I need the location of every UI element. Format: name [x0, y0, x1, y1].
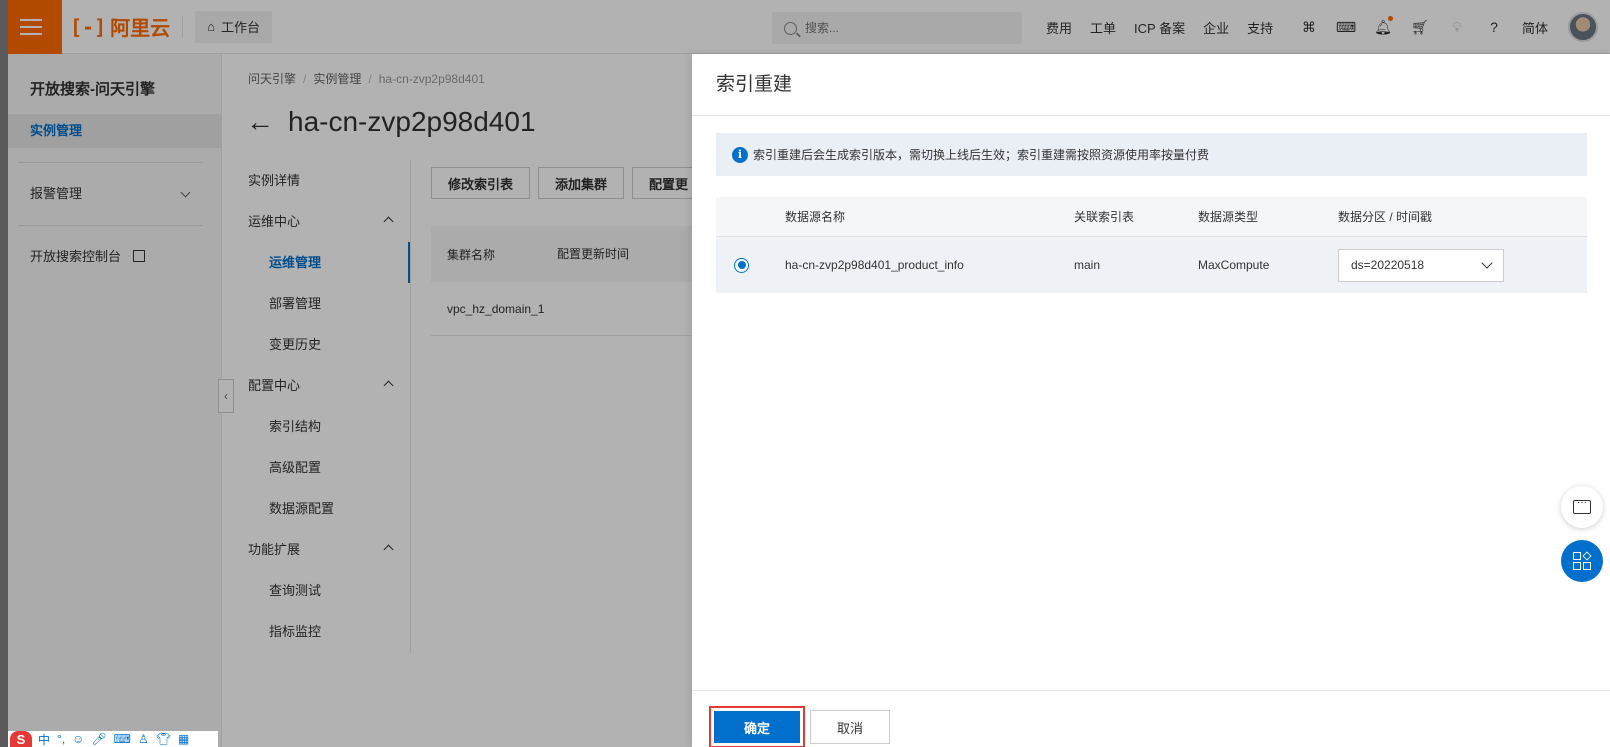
user-icon[interactable]: ♙ [138, 732, 149, 746]
chevron-down-icon [1481, 256, 1493, 269]
ime-logo-icon[interactable]: S [10, 731, 32, 747]
apps-icon [1573, 551, 1592, 570]
confirm-highlight: 确定 [709, 706, 805, 747]
emoji-icon[interactable]: ☺ [72, 732, 84, 746]
column-header: 数据源名称 [785, 210, 846, 224]
grid-icon[interactable]: ▦ [178, 732, 189, 746]
drawer-footer: 确定 取消 [692, 690, 1610, 747]
datasource-table: 数据源名称 关联索引表 数据源类型 数据分区 / 时间戳 ha-cn-zvp2p… [716, 197, 1587, 293]
partition-select-value: ds=20220518 [1351, 258, 1425, 272]
radio-dot-icon [737, 261, 746, 269]
notice-text: 索引重建后会生成索引版本，需切换上线后生效；索引重建需按照资源使用率按量付费 [753, 148, 1210, 162]
keyboard-icon[interactable]: ⌨ [114, 732, 131, 746]
row-radio[interactable] [734, 257, 749, 273]
table-header: 数据源名称 关联索引表 数据源类型 数据分区 / 时间戳 [716, 197, 1587, 237]
info-notice: i 索引重建后会生成索引版本，需切换上线后生效；索引重建需按照资源使用率按量付费 [716, 133, 1587, 176]
column-header: 数据分区 / 时间戳 [1338, 210, 1433, 224]
table-cell: MaxCompute [1198, 258, 1270, 272]
partition-select[interactable]: ds=20220518 [1338, 248, 1504, 282]
drawer-title: 索引重建 [692, 54, 1610, 116]
skin-icon[interactable]: 👕︎ [156, 732, 171, 746]
punctuation-icon[interactable]: °, [57, 732, 65, 746]
ime-toolbar: S 中 °, ☺ 🎤︎ ⌨ ♙ 👕︎ ▦ [8, 731, 218, 747]
apps-button[interactable] [1561, 540, 1603, 582]
column-header: 数据源类型 [1198, 210, 1259, 224]
feedback-button[interactable] [1561, 486, 1603, 528]
info-icon: i [732, 146, 748, 163]
confirm-button[interactable]: 确定 [714, 711, 800, 743]
table-cell: ds=20220518 [1338, 248, 1587, 282]
table-cell [716, 257, 785, 273]
index-rebuild-drawer: 索引重建 i 索引重建后会生成索引版本，需切换上线后生效；索引重建需按照资源使用… [692, 54, 1610, 747]
table-row: ha-cn-zvp2p98d401_product_info main MaxC… [716, 237, 1587, 293]
microphone-icon[interactable]: 🎤︎ [91, 732, 106, 746]
ime-mode[interactable]: 中 [38, 731, 50, 747]
window-edge [0, 0, 8, 747]
column-header: 关联索引表 [1074, 210, 1135, 224]
cancel-button[interactable]: 取消 [810, 710, 890, 744]
table-cell: ha-cn-zvp2p98d401_product_info [785, 258, 964, 272]
chat-icon [1573, 497, 1591, 514]
table-cell: main [1074, 258, 1101, 272]
